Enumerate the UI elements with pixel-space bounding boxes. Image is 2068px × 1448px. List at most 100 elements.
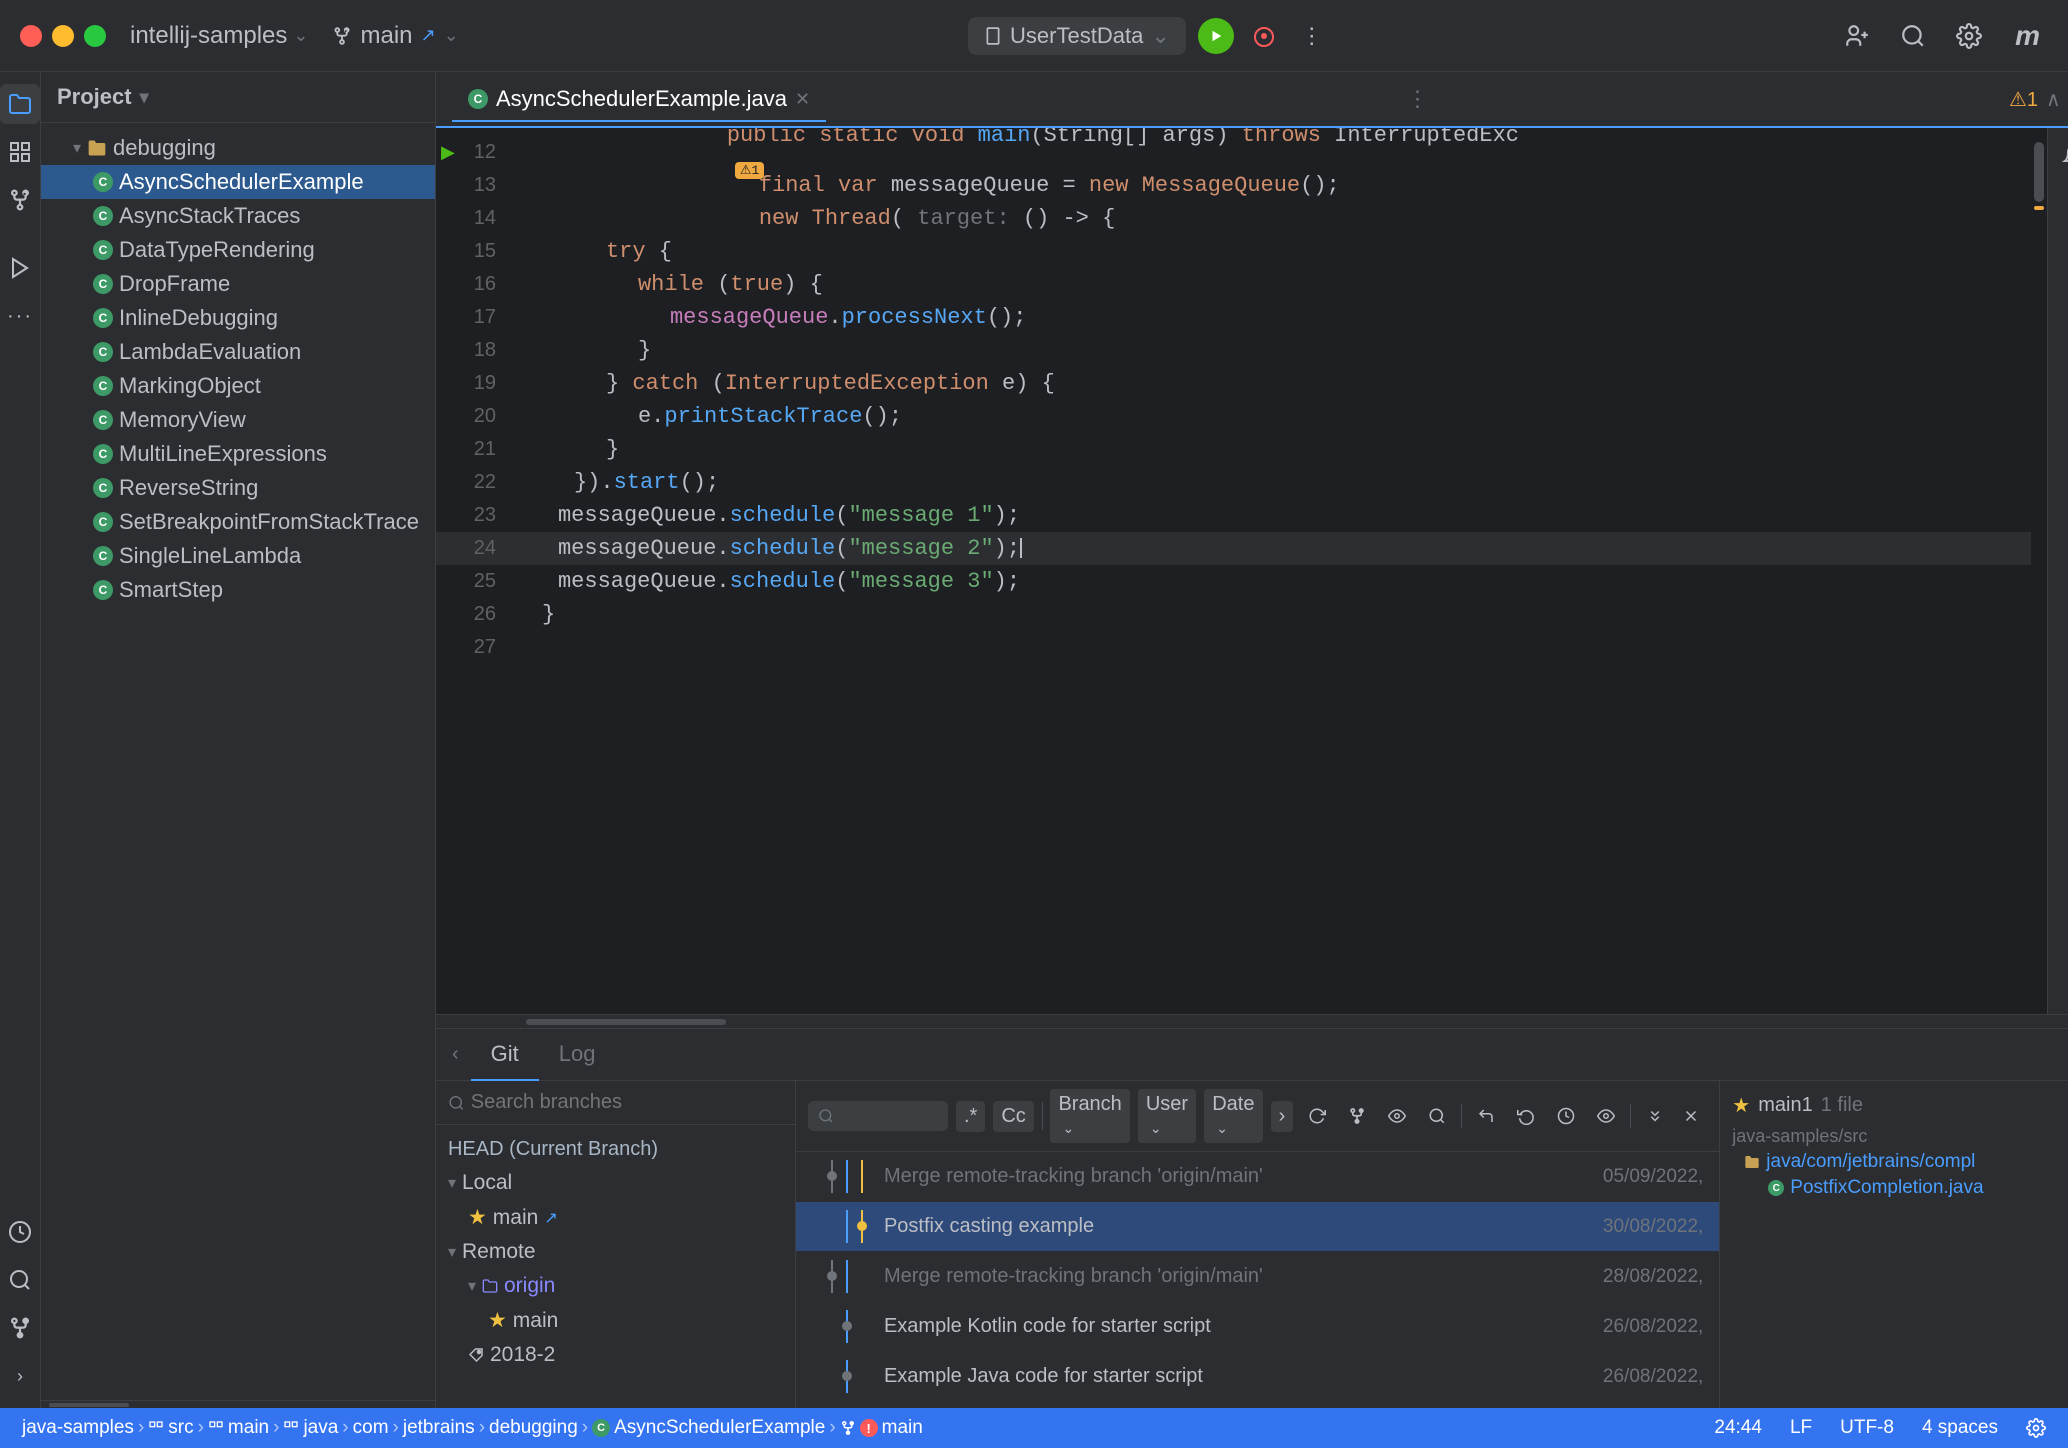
git-local-main[interactable]: ★ main ↗ — [436, 1200, 795, 1235]
sidebar-collapse-button[interactable]: › — [0, 1356, 40, 1396]
sidebar-project-button[interactable] — [0, 84, 40, 124]
cursor-position[interactable]: 24:44 — [1708, 1415, 1768, 1441]
breadcrumb-arrow-6: › — [479, 1417, 485, 1439]
project-name[interactable]: intellij-samples ⌄ — [130, 22, 308, 50]
expand-icon[interactable]: ∧ — [2046, 87, 2061, 112]
statusbar-path[interactable]: java-samples › src › main › java › com ›… — [16, 1415, 929, 1441]
sidebar-git-button[interactable] — [0, 180, 40, 220]
branch-filter-btn[interactable]: Branch ⌄ — [1050, 1089, 1129, 1143]
more-options-button[interactable]: ⋮ — [1294, 18, 1330, 54]
sidebar-more-button[interactable]: ··· — [0, 296, 40, 336]
sidebar-run-log-button[interactable] — [0, 1212, 40, 1252]
run-config-selector[interactable]: UserTestData ⌄ — [968, 17, 1186, 55]
tree-item-marking-object[interactable]: C MarkingObject — [41, 369, 435, 403]
user-filter-btn[interactable]: User ⌄ — [1138, 1089, 1196, 1143]
tab-log[interactable]: Log — [539, 1029, 616, 1081]
debug-button[interactable] — [1246, 18, 1282, 54]
expand-all-btn[interactable] — [1639, 1100, 1671, 1132]
search-button[interactable] — [1895, 18, 1931, 54]
git-local-group[interactable]: ▾ Local — [436, 1166, 795, 1200]
cherry-pick-btn[interactable] — [1470, 1100, 1502, 1132]
refresh-btn[interactable] — [1301, 1100, 1333, 1132]
tree-item-multi-line[interactable]: C MultiLineExpressions — [41, 437, 435, 471]
horizontal-code-scrollbar[interactable] — [436, 1014, 2068, 1028]
close-panel-btn[interactable] — [1675, 1100, 1707, 1132]
tree-item-smart-step[interactable]: C SmartStep — [41, 573, 435, 607]
expand-commits-btn[interactable] — [1590, 1100, 1622, 1132]
date-filter-btn[interactable]: Date ⌄ — [1204, 1089, 1262, 1143]
run-arrow-12[interactable]: ▶ — [436, 142, 460, 163]
bottom-content: HEAD (Current Branch) ▾ Local ★ main ↗ — [436, 1081, 2068, 1408]
minimize-button[interactable] — [52, 25, 74, 47]
commit-row-1[interactable]: Merge remote-tracking branch 'origin/mai… — [796, 1152, 1719, 1202]
run-button[interactable] — [1198, 18, 1234, 54]
tab-more-button[interactable]: ⋮ — [1407, 86, 1429, 112]
tree-item-debugging-folder[interactable]: ▾ debugging — [41, 131, 435, 165]
git-commit-search[interactable] — [808, 1101, 948, 1131]
line-13-gutter: 13 — [436, 169, 526, 202]
line-num-17: 17 — [460, 306, 496, 329]
toolbar-divider — [1042, 1102, 1043, 1130]
branch-info[interactable]: main ↗ ⌄ — [332, 22, 458, 50]
tree-item-lambda-evaluation[interactable]: C LambdaEvaluation — [41, 335, 435, 369]
sidebar-debug-button[interactable] — [0, 248, 40, 288]
search-commits-btn[interactable] — [1421, 1100, 1453, 1132]
sidebar-structure-button[interactable] — [0, 132, 40, 172]
encoding[interactable]: UTF-8 — [1834, 1415, 1900, 1441]
tree-item-async-scheduler[interactable]: C AsyncSchedulerExample — [41, 165, 435, 199]
tab-git[interactable]: Git — [471, 1029, 539, 1081]
history-btn[interactable] — [1550, 1100, 1582, 1132]
line-26-gutter: 26 — [436, 598, 526, 631]
close-button[interactable] — [20, 25, 42, 47]
right-notifications-button[interactable] — [2054, 136, 2068, 176]
git-remote-group[interactable]: ▾ Remote — [436, 1235, 795, 1269]
tree-horizontal-scrollbar[interactable] — [41, 1400, 435, 1408]
settings-button[interactable] — [1951, 18, 1987, 54]
tab-close-button[interactable]: ✕ — [795, 89, 810, 110]
commit-row-3[interactable]: Merge remote-tracking branch 'origin/mai… — [796, 1252, 1719, 1302]
settings-status-btn[interactable] — [2020, 1416, 2052, 1440]
tree-item-data-type-rendering[interactable]: C DataTypeRendering — [41, 233, 435, 267]
folder-icon-origin — [482, 1278, 498, 1294]
sub-path-item[interactable]: java/com/jetbrains/compl — [1744, 1151, 2068, 1173]
file-item[interactable]: C PostfixCompletion.java — [1744, 1177, 2068, 1199]
commit-row-2[interactable]: Postfix casting example 30/08/2022, — [796, 1202, 1719, 1252]
commit-row-5[interactable]: Example Java code for starter script 26/… — [796, 1352, 1719, 1402]
branches-btn[interactable] — [1341, 1100, 1373, 1132]
sidebar-vcs-button[interactable] — [0, 1308, 40, 1348]
git-search-input[interactable] — [471, 1091, 783, 1114]
class-icon: C — [93, 376, 113, 396]
undo-btn[interactable] — [1510, 1100, 1542, 1132]
regex-filter-btn[interactable]: .* — [956, 1101, 985, 1132]
code-content[interactable]: public static void main(String[] args) t… — [526, 128, 2031, 1014]
commit-search-input[interactable] — [840, 1105, 920, 1127]
tree-item-single-line-lambda[interactable]: C SingleLineLambda — [41, 539, 435, 573]
tab-async-scheduler[interactable]: C AsyncSchedulerExample.java ✕ — [452, 78, 826, 122]
git-tag-2018[interactable]: 2018-2 — [436, 1338, 795, 1372]
git-head-item[interactable]: HEAD (Current Branch) — [436, 1133, 795, 1166]
case-filter-btn[interactable]: Cc — [993, 1101, 1033, 1132]
tree-item-reverse-string[interactable]: C ReverseString — [41, 471, 435, 505]
tree-item-drop-frame[interactable]: C DropFrame — [41, 267, 435, 301]
project-panel-chevron-icon[interactable]: ▾ — [140, 87, 149, 108]
git-origin-group[interactable]: ▾ origin — [436, 1269, 795, 1303]
add-user-button[interactable] — [1839, 18, 1875, 54]
indent-setting[interactable]: 4 spaces — [1916, 1415, 2004, 1441]
tree-item-set-breakpoint[interactable]: C SetBreakpointFromStackTrace — [41, 505, 435, 539]
sidebar-find-button[interactable] — [0, 1260, 40, 1300]
local-label: Local — [462, 1171, 512, 1195]
git-origin-main[interactable]: ★ main — [436, 1303, 795, 1338]
ai-assistant-button[interactable]: m — [2007, 20, 2048, 52]
tree-item-memory-view[interactable]: C MemoryView — [41, 403, 435, 437]
tree-item-inline-debugging[interactable]: C InlineDebugging — [41, 301, 435, 335]
commit-row-6[interactable]: Merge remote-tracking branch 'origin/mai… — [796, 1402, 1719, 1408]
commit-row-4[interactable]: Example Kotlin code for starter script 2… — [796, 1302, 1719, 1352]
git-commits-list: Merge remote-tracking branch 'origin/mai… — [796, 1152, 1719, 1408]
line-ending[interactable]: LF — [1784, 1415, 1818, 1441]
show-changes-btn[interactable] — [1381, 1100, 1413, 1132]
panel-collapse-button[interactable]: ‹ — [452, 1043, 459, 1066]
tree-item-async-stack-traces[interactable]: C AsyncStackTraces — [41, 199, 435, 233]
more-filters-btn[interactable]: › — [1271, 1101, 1294, 1132]
maximize-button[interactable] — [84, 25, 106, 47]
vertical-scrollbar[interactable] — [2031, 128, 2047, 1014]
